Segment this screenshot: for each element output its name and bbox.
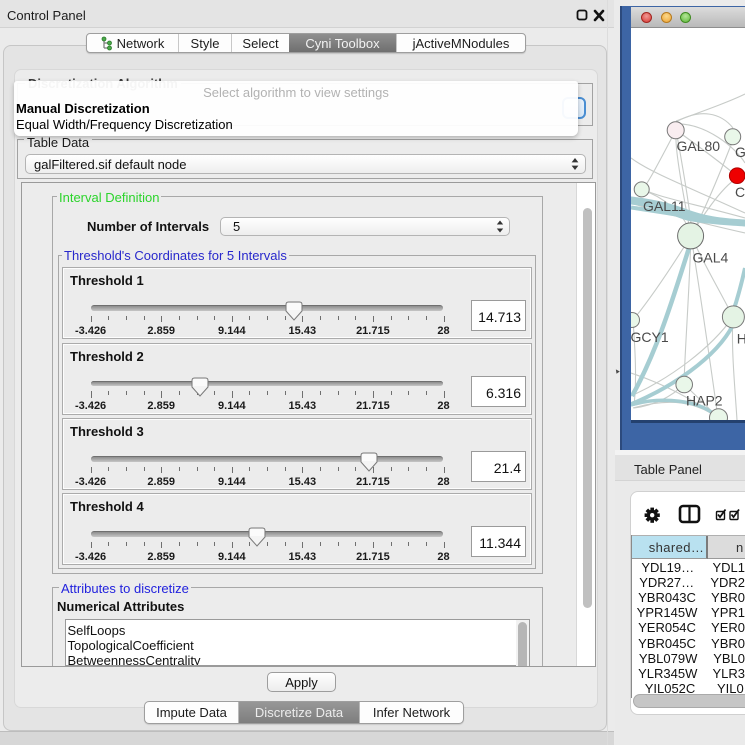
svg-text:H: H (737, 331, 745, 347)
svg-text:GAL4: GAL4 (693, 250, 729, 266)
svg-text:GAL11: GAL11 (643, 198, 686, 214)
svg-text:GAL80: GAL80 (677, 138, 721, 154)
svg-text:GCY1: GCY1 (631, 329, 669, 345)
svg-text:HAP2: HAP2 (686, 393, 723, 409)
svg-text:C: C (735, 184, 745, 200)
svg-text:GA: GA (735, 144, 745, 160)
